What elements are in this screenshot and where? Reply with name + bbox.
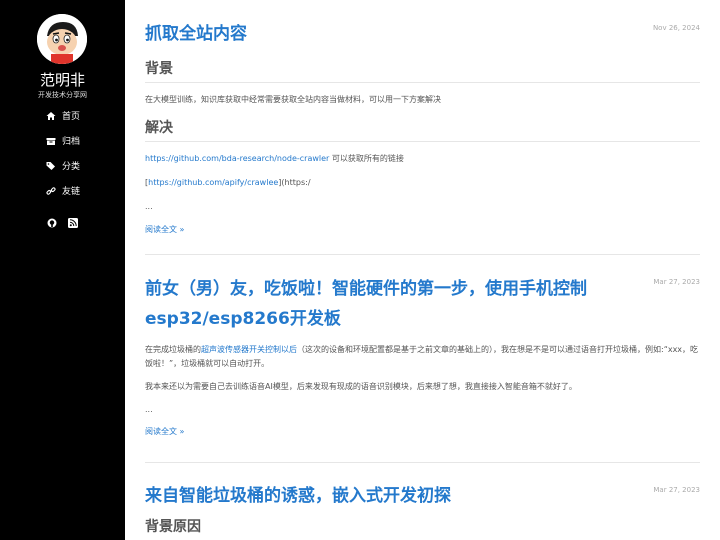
social-links <box>0 213 125 232</box>
post-paragraph: https://github.com/bda-research/node-cra… <box>145 152 700 166</box>
post-title[interactable]: 前女（男）友，吃饭啦！智能硬件的第一步，使用手机控制 esp32/esp8266开… <box>145 274 700 334</box>
post-section-heading: 背景 <box>145 58 700 83</box>
post-paragraph: 在完成垃圾桶的超声波传感器开关控制以后（这次的设备和环境配置都是基于之前文章的基… <box>145 343 700 371</box>
sidebar-nav: 首页 归档 分类 友链 <box>0 103 125 203</box>
post-divider <box>145 462 700 463</box>
post-link[interactable]: https://github.com/apify/crawlee <box>148 178 278 187</box>
post-divider <box>145 254 700 255</box>
home-icon <box>46 111 56 121</box>
nav-item-label: 归档 <box>62 137 81 147</box>
post-paragraph: 在大模型训练，知识库获取中经常需要获取全站内容当做材料，可以用一下方案解决 <box>145 95 441 104</box>
post-title[interactable]: 来自智能垃圾桶的诱惑，嵌入式开发初探 <box>145 482 700 510</box>
nav-item-archive[interactable]: 归档 <box>0 128 125 153</box>
post-title[interactable]: 抓取全站内容 <box>145 20 700 48</box>
nav-item-label: 首页 <box>62 112 81 122</box>
post-paragraph: [https://github.com/apify/crawlee](https… <box>145 176 700 190</box>
post-section-heading: 解决 <box>145 117 700 142</box>
post-text: 可以获取所有的链接 <box>329 154 404 163</box>
post-link[interactable]: https://github.com/bda-research/node-cra… <box>145 154 329 163</box>
read-more-link[interactable]: 阅读全文 » <box>145 426 700 437</box>
nav-item-label: 友链 <box>62 187 81 197</box>
read-more-link[interactable]: 阅读全文 » <box>145 224 700 235</box>
tags-icon <box>46 161 56 171</box>
avatar-cartoon-icon <box>37 14 87 64</box>
github-icon[interactable] <box>47 213 57 228</box>
nav-item-home[interactable]: 首页 <box>0 103 125 128</box>
post-title-line: esp32/esp8266开发板 <box>145 309 341 329</box>
archive-icon <box>46 136 56 146</box>
rss-icon[interactable] <box>68 213 79 228</box>
site-name[interactable]: 范明非 <box>0 70 125 90</box>
post-title-line: 前女（男）友，吃饭啦！智能硬件的第一步，使用手机控制 <box>145 279 587 299</box>
nav-item-links[interactable]: 友链 <box>0 178 125 203</box>
post-text: ](https:/ <box>278 178 311 187</box>
post-paragraph: 我本来还以为需要自己去训练语音AI模型，后来发现有现成的语音识别模块，后来想了想… <box>145 382 577 391</box>
link-icon <box>46 186 56 196</box>
post-item: 抓取全站内容 Nov 26, 2024 背景 在大模型训练，知识库获取中经常需要… <box>145 20 700 235</box>
post-link[interactable]: 超声波传感器开关控制以后 <box>201 345 297 354</box>
post-item: 前女（男）友，吃饭啦！智能硬件的第一步，使用手机控制 esp32/esp8266开… <box>145 274 700 437</box>
nav-item-label: 分类 <box>62 162 81 172</box>
post-date: Mar 27, 2023 <box>653 486 700 494</box>
post-section-heading: 背景原因 <box>145 519 201 535</box>
post-ellipsis: ... <box>145 405 153 414</box>
avatar[interactable] <box>37 14 87 64</box>
post-item: 来自智能垃圾桶的诱惑，嵌入式开发初探 Mar 27, 2023 背景原因 <box>145 482 700 540</box>
post-date: Mar 27, 2023 <box>653 278 700 286</box>
sidebar: 范明非 开发技术分享网 首页 归档 分类 友链 <box>0 0 125 540</box>
post-text: 在完成垃圾桶的 <box>145 345 201 354</box>
nav-item-categories[interactable]: 分类 <box>0 153 125 178</box>
post-ellipsis: ... <box>145 202 153 211</box>
site-description: 开发技术分享网 <box>38 91 87 99</box>
post-date: Nov 26, 2024 <box>652 24 700 32</box>
